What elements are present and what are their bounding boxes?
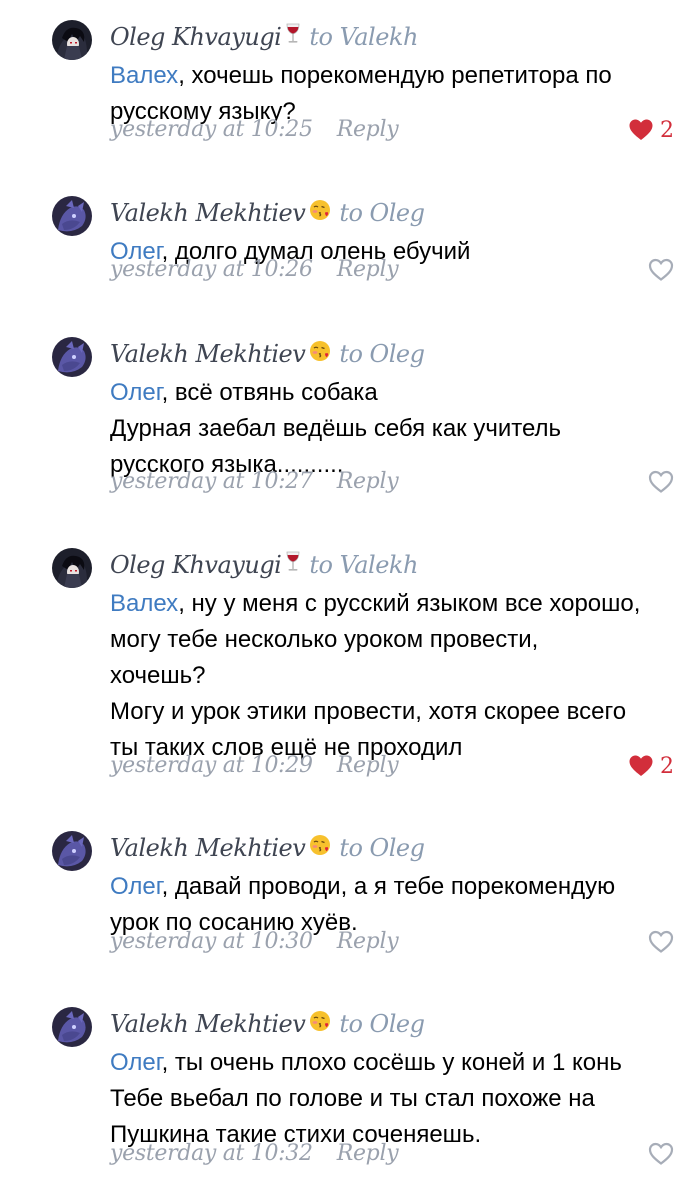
reply-button[interactable]: Reply xyxy=(337,257,399,282)
reply-to-link[interactable]: to Oleg xyxy=(339,1010,425,1038)
kissing-face-icon xyxy=(309,337,331,371)
reply-button[interactable]: Reply xyxy=(337,117,399,142)
comment-meta: yesterday at 10:25 Reply xyxy=(110,113,399,147)
reply-to-link[interactable]: to Oleg xyxy=(339,834,425,862)
comment-text-line: , всё отвянь собака xyxy=(161,379,378,406)
comment-header: Valekh Mekhtiev to Oleg xyxy=(110,831,425,865)
wine-glass-icon xyxy=(285,20,301,54)
author-name[interactable]: Valekh Mekhtiev xyxy=(110,1010,306,1038)
reply-button[interactable]: Reply xyxy=(337,469,399,494)
mention-link[interactable]: Олег xyxy=(110,873,162,900)
like-button[interactable] xyxy=(648,1137,674,1171)
author-name[interactable]: Valekh Mekhtiev xyxy=(110,834,306,862)
like-count: 2 xyxy=(660,753,674,779)
kissing-face-icon xyxy=(309,831,331,865)
comment-text-line: Могу и урок этики провести, хотя скорее … xyxy=(110,698,627,725)
timestamp[interactable]: yesterday at 10:32 xyxy=(110,1141,313,1166)
author-name[interactable]: Valekh Mekhtiev xyxy=(110,199,306,227)
avatar[interactable] xyxy=(52,1007,92,1047)
wine-glass-icon xyxy=(285,548,301,582)
author-name[interactable]: Valekh Mekhtiev xyxy=(110,340,306,368)
timestamp[interactable]: yesterday at 10:26 xyxy=(110,257,313,282)
comment-meta: yesterday at 10:32 Reply xyxy=(110,1137,399,1171)
reply-button[interactable]: Reply xyxy=(337,929,399,954)
mention-link[interactable]: Валех xyxy=(110,590,178,617)
comment-meta: yesterday at 10:27 Reply xyxy=(110,465,399,499)
like-button[interactable] xyxy=(648,253,674,287)
comment-body: Валех, ну у меня с русский языком все хо… xyxy=(110,586,685,766)
timestamp[interactable]: yesterday at 10:27 xyxy=(110,469,313,494)
avatar[interactable] xyxy=(52,548,92,588)
like-button[interactable] xyxy=(648,925,674,959)
reply-to-link[interactable]: to Valekh xyxy=(309,551,418,579)
comment-text-line: Тебе вьебал по голове и ты стал похоже н… xyxy=(110,1085,595,1112)
timestamp[interactable]: yesterday at 10:30 xyxy=(110,929,313,954)
heart-icon xyxy=(648,470,674,494)
like-button[interactable] xyxy=(648,465,674,499)
comment-header: Valekh Mekhtiev to Oleg xyxy=(110,1007,425,1041)
comment-header: Oleg Khvayugi to Valekh xyxy=(110,20,418,54)
reply-button[interactable]: Reply xyxy=(337,753,399,778)
mention-link[interactable]: Валех xyxy=(110,62,178,89)
mention-link[interactable]: Олег xyxy=(110,1049,162,1076)
comment-text-line: , хочешь порекомендую репетитора по xyxy=(178,62,612,89)
reply-button[interactable]: Reply xyxy=(337,1141,399,1166)
like-count: 2 xyxy=(660,117,674,143)
avatar[interactable] xyxy=(52,831,92,871)
comment-list: Oleg Khvayugi to Valekh Валех, хочешь поре… xyxy=(0,0,700,1202)
reply-to-link[interactable]: to Valekh xyxy=(309,23,418,51)
comment-meta: yesterday at 10:29 Reply xyxy=(110,749,399,783)
mention-link[interactable]: Олег xyxy=(110,379,162,406)
kissing-face-icon xyxy=(309,1007,331,1041)
comment-text-line: Дурная заебал ведёшь себя как учитель xyxy=(110,415,562,442)
like-button[interactable]: 2 xyxy=(628,749,674,783)
author-name[interactable]: Oleg Khvayugi xyxy=(110,23,282,51)
heart-icon xyxy=(628,118,654,142)
reply-to-link[interactable]: to Oleg xyxy=(339,340,425,368)
heart-icon xyxy=(648,1142,674,1166)
comment-text-line: могу тебе несколько уроком провести, xyxy=(110,626,539,653)
heart-icon xyxy=(648,258,674,282)
comment-header: Valekh Mekhtiev to Oleg xyxy=(110,196,425,230)
comment-header: Oleg Khvayugi to Valekh xyxy=(110,548,418,582)
avatar[interactable] xyxy=(52,196,92,236)
avatar[interactable] xyxy=(52,337,92,377)
heart-icon xyxy=(628,754,654,778)
comment-text-line: , давай проводи, а я тебе порекомендую xyxy=(161,873,616,900)
author-name[interactable]: Oleg Khvayugi xyxy=(110,551,282,579)
reply-to-link[interactable]: to Oleg xyxy=(339,199,425,227)
comment-text-line: хочешь? xyxy=(110,662,206,689)
comment-meta: yesterday at 10:30 Reply xyxy=(110,925,399,959)
comment-meta: yesterday at 10:26 Reply xyxy=(110,253,399,287)
like-button[interactable]: 2 xyxy=(628,113,674,147)
comment-text-line: , ты очень плохо сосёшь у коней и 1 конь xyxy=(161,1049,622,1076)
avatar[interactable] xyxy=(52,20,92,60)
kissing-face-icon xyxy=(309,196,331,230)
comment-header: Valekh Mekhtiev to Oleg xyxy=(110,337,425,371)
heart-icon xyxy=(648,930,674,954)
timestamp[interactable]: yesterday at 10:29 xyxy=(110,753,313,778)
timestamp[interactable]: yesterday at 10:25 xyxy=(110,117,313,142)
comment-text-line: , ну у меня с русский языком все хорошо, xyxy=(178,590,641,617)
